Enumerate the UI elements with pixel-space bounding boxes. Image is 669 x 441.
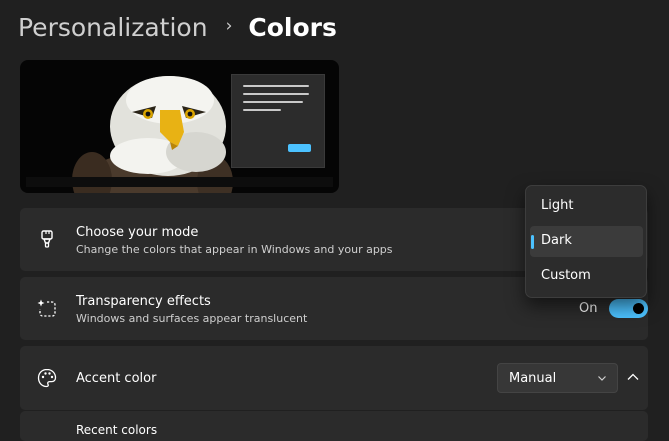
preview-accent-button [288,144,311,152]
choose-mode-title: Choose your mode [76,225,199,240]
mode-option-light-label: Light [541,198,574,213]
accent-color-dropdown-value: Manual [509,371,557,386]
chevron-up-icon[interactable] [626,370,640,384]
chevron-down-icon [598,376,606,381]
sparkle-frame-icon [37,299,56,317]
toggle-knob [633,303,644,314]
accent-color-title: Accent color [76,371,157,386]
transparency-subtitle: Windows and surfaces appear translucent [76,312,308,325]
page-title: Colors [248,12,337,42]
recent-colors-label: Recent colors [76,423,158,437]
mode-option-light[interactable]: Light [530,191,643,222]
mode-dropdown-menu: Light Dark Custom [525,185,647,298]
choose-mode-subtitle: Change the colors that appear in Windows… [76,243,393,256]
paintbrush-icon [41,230,53,248]
mode-option-dark[interactable]: Dark [530,226,643,257]
mode-option-dark-label: Dark [541,233,572,248]
breadcrumb-separator-icon: › [225,16,233,36]
mode-option-custom[interactable]: Custom [530,261,643,292]
breadcrumb-parent-personalization[interactable]: Personalization [18,13,208,42]
palette-icon [37,368,57,388]
transparency-title: Transparency effects [76,294,211,309]
breadcrumb: Personalization › Colors [18,8,337,46]
accent-color-card[interactable]: Accent color Manual [20,346,648,410]
transparency-toggle[interactable] [609,299,648,318]
preview-window [231,74,325,168]
mode-option-custom-label: Custom [541,268,591,283]
preview-taskbar [26,177,333,187]
accent-color-dropdown[interactable]: Manual [497,363,618,393]
theme-preview [20,60,339,193]
transparency-state-label: On [579,301,598,316]
selection-indicator [531,235,534,249]
recent-colors-section: Recent colors [20,411,648,441]
